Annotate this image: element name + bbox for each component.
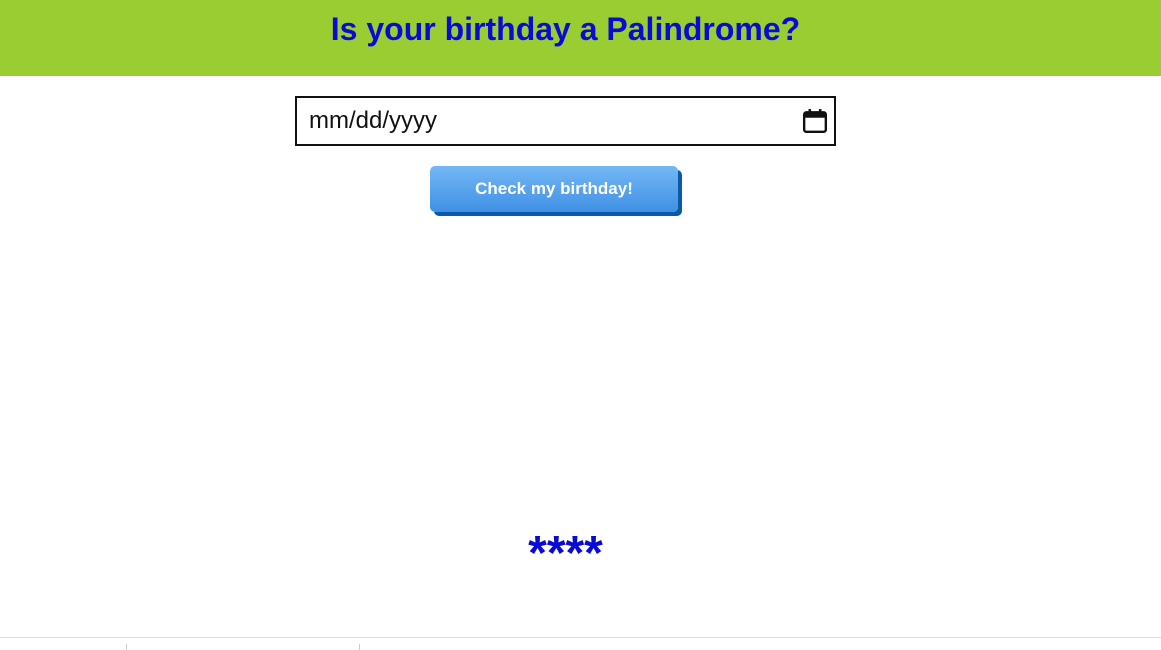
date-placeholder: mm/dd/yyyy — [309, 107, 438, 134]
footer-divider — [0, 637, 1161, 638]
check-birthday-button[interactable]: Check my birthday! — [430, 166, 678, 212]
result-text: **** — [528, 527, 603, 580]
footer-divider-tick — [359, 644, 360, 650]
birthday-date-input[interactable]: mm/dd/yyyy — [295, 96, 836, 146]
calendar-icon[interactable] — [802, 108, 828, 134]
footer-divider-tick — [126, 644, 127, 650]
page-header: Is your birthday a Palindrome? — [0, 0, 1161, 76]
page-title: Is your birthday a Palindrome? — [330, 11, 801, 47]
